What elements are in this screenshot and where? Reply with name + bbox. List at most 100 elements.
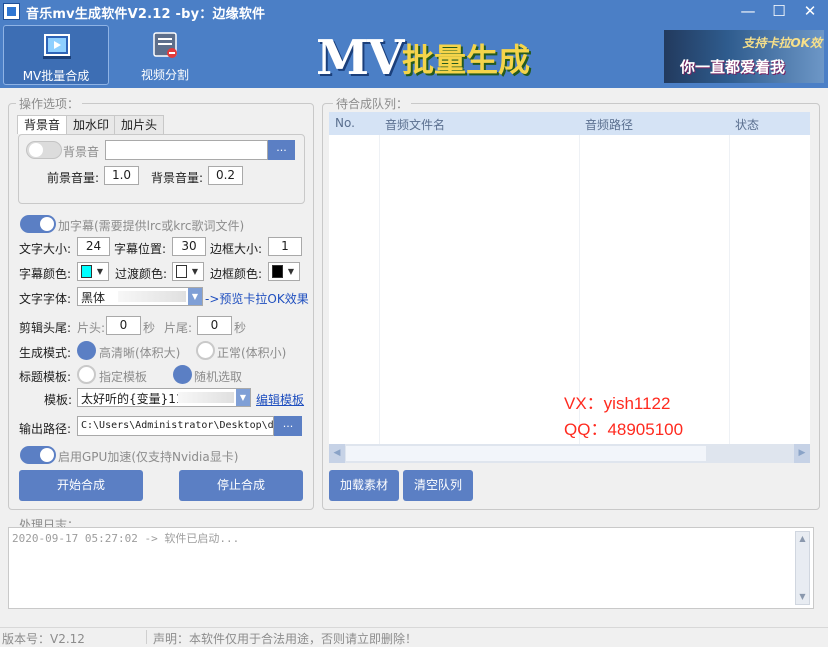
queue-horizontal-scrollbar[interactable]: ◀ ▶ (329, 444, 810, 463)
log-line: 2020-09-17 05:27:02 -> 软件已启动... (12, 532, 240, 545)
trim-tail-input[interactable]: 0 (197, 316, 232, 335)
template-random-radio[interactable] (173, 365, 192, 384)
tab-watermark[interactable]: 加水印 (66, 115, 117, 134)
close-button[interactable]: ✕ (795, 0, 825, 24)
chevron-down-icon: ▼ (191, 267, 199, 276)
banner-logo: MV 批量生成 (316, 30, 546, 86)
video-split-tool-label: 视频分割 (140, 68, 189, 82)
trim-tail-label: 片尾: (164, 321, 193, 335)
font-family-label: 文字字体: (19, 292, 72, 306)
tab-bg-music[interactable]: 背景音 (17, 115, 68, 134)
log-vertical-scrollbar[interactable]: ▲ ▼ (795, 531, 810, 605)
chevron-down-icon: ▼ (96, 267, 104, 276)
chevron-down-icon: ▼ (188, 288, 202, 305)
output-path-input[interactable]: C:\Users\Administrator\Desktop\de (77, 416, 274, 436)
queue-group-label: 待合成队列： (333, 95, 412, 112)
fade-color-select[interactable]: ▼ (172, 262, 204, 281)
template-select[interactable]: 太好听的{变量}11 ▼ (77, 388, 251, 407)
bg-music-label: 背景音 (63, 145, 100, 159)
trim-head-label: 片头: (77, 321, 106, 335)
border-color-swatch (272, 265, 283, 278)
banner-cn-text: 批量生成 (402, 41, 531, 79)
title-bar: 音乐mv生成软件V2.12 -by：边缘软件 — ☐ ✕ (0, 0, 828, 24)
stop-button[interactable]: 停止合成 (179, 470, 303, 501)
column-divider (729, 135, 730, 444)
mode-normal-radio[interactable] (196, 341, 215, 360)
font-family-value: 黑体 (81, 291, 106, 305)
template-random-label: 随机选取 (194, 370, 243, 384)
scroll-thumb[interactable] (346, 446, 706, 461)
template-value: 太好听的{变量}11 (81, 392, 184, 406)
scroll-up-icon[interactable]: ▲ (796, 532, 809, 546)
bg-music-toggle[interactable] (26, 141, 62, 159)
video-split-icon (153, 32, 177, 58)
bg-music-browse-button[interactable]: ... (268, 140, 295, 160)
status-bar: 版本号：V2.12 声明：本软件仅用于合法用途，否则请立即删除！ (0, 627, 828, 646)
column-divider (379, 135, 380, 444)
template-specified-radio[interactable] (77, 365, 96, 384)
border-color-select[interactable]: ▼ (268, 262, 300, 281)
queue-table-header: No. 音频文件名 音频路径 状态 (329, 112, 810, 135)
scroll-right-icon[interactable]: ▶ (794, 444, 810, 463)
subtitle-color-swatch (81, 265, 92, 278)
gpu-toggle[interactable] (20, 446, 56, 464)
banner-mv-text: MV (316, 30, 404, 86)
fade-color-label: 过渡颜色: (115, 267, 168, 281)
font-size-label: 文字大小: (19, 242, 72, 256)
column-header-status[interactable]: 状态 (735, 116, 759, 133)
border-size-input[interactable]: 1 (268, 237, 302, 256)
load-material-button[interactable]: 加载素材 (329, 470, 399, 501)
trim-tail-unit: 秒 (234, 321, 247, 335)
preview-karaoke-link[interactable]: ->预览卡拉OK效果 (205, 290, 309, 307)
subtitle-color-select[interactable]: ▼ (77, 262, 109, 281)
fade-color-swatch (176, 265, 187, 278)
clear-queue-button[interactable]: 清空队列 (403, 470, 473, 501)
subtitle-position-label: 字幕位置: (114, 242, 167, 256)
font-size-input[interactable]: 24 (77, 237, 110, 256)
mode-label: 生成模式: (19, 346, 72, 360)
mv-batch-tool-button[interactable]: MV批量合成 (3, 25, 109, 85)
font-family-select[interactable]: 黑体 ▼ (77, 287, 203, 306)
log-area[interactable]: 2020-09-17 05:27:02 -> 软件已启动... ▲ ▼ (8, 527, 814, 609)
output-path-label: 输出路径: (19, 422, 72, 436)
status-divider (146, 630, 147, 644)
trim-head-unit: 秒 (143, 321, 156, 335)
column-header-path[interactable]: 音频路径 (585, 116, 633, 133)
column-header-filename[interactable]: 音频文件名 (385, 116, 445, 133)
mode-hd-label: 高清晰(体积大) (99, 346, 181, 360)
maximize-button[interactable]: ☐ (764, 0, 794, 24)
karaoke-preview-ad: 支持卡拉OK效 你一直都爱着我 (664, 30, 824, 83)
subtitle-color-label: 字幕颜色: (19, 267, 72, 281)
window-title: 音乐mv生成软件V2.12 -by：边缘软件 (26, 7, 266, 22)
edit-template-link[interactable]: 编辑模板 (256, 391, 304, 408)
tab-intro[interactable]: 加片头 (114, 115, 165, 134)
options-group-label: 操作选项： (16, 95, 83, 112)
output-browse-button[interactable]: ... (274, 416, 302, 436)
subtitle-position-input[interactable]: 30 (172, 237, 206, 256)
chevron-down-icon: ▼ (236, 389, 250, 406)
mode-normal-label: 正常(体积小) (217, 346, 287, 360)
template-label: 模板: (44, 393, 73, 407)
front-volume-input[interactable]: 1.0 (104, 166, 139, 185)
template-specified-label: 指定模板 (99, 370, 148, 384)
scroll-left-icon[interactable]: ◀ (329, 444, 345, 463)
subtitle-toggle[interactable] (20, 215, 56, 233)
mode-hd-radio[interactable] (77, 341, 96, 360)
status-version: 版本号：V2.12 (2, 632, 85, 646)
contact-qq: QQ：48905100 (564, 420, 684, 439)
trim-head-input[interactable]: 0 (106, 316, 141, 335)
video-split-tool-button[interactable]: 视频分割 (112, 25, 218, 85)
bg-volume-label: 背景音量: (151, 171, 204, 185)
film-icon (43, 34, 71, 59)
minimize-button[interactable]: — (733, 0, 763, 24)
bg-volume-input[interactable]: 0.2 (208, 166, 243, 185)
gpu-toggle-label: 启用GPU加速(仅支持Nvidia显卡) (58, 450, 239, 464)
bg-music-path-input[interactable] (105, 140, 268, 160)
title-template-label: 标题模板: (19, 370, 72, 384)
column-header-no[interactable]: No. (335, 116, 355, 130)
ad-top-text: 支持卡拉OK效 (742, 36, 822, 50)
start-button[interactable]: 开始合成 (19, 470, 143, 501)
subtitle-toggle-label: 加字幕(需要提供lrc或krc歌词文件) (58, 219, 245, 233)
scroll-down-icon[interactable]: ▼ (796, 590, 809, 604)
border-color-label: 边框颜色: (210, 267, 263, 281)
